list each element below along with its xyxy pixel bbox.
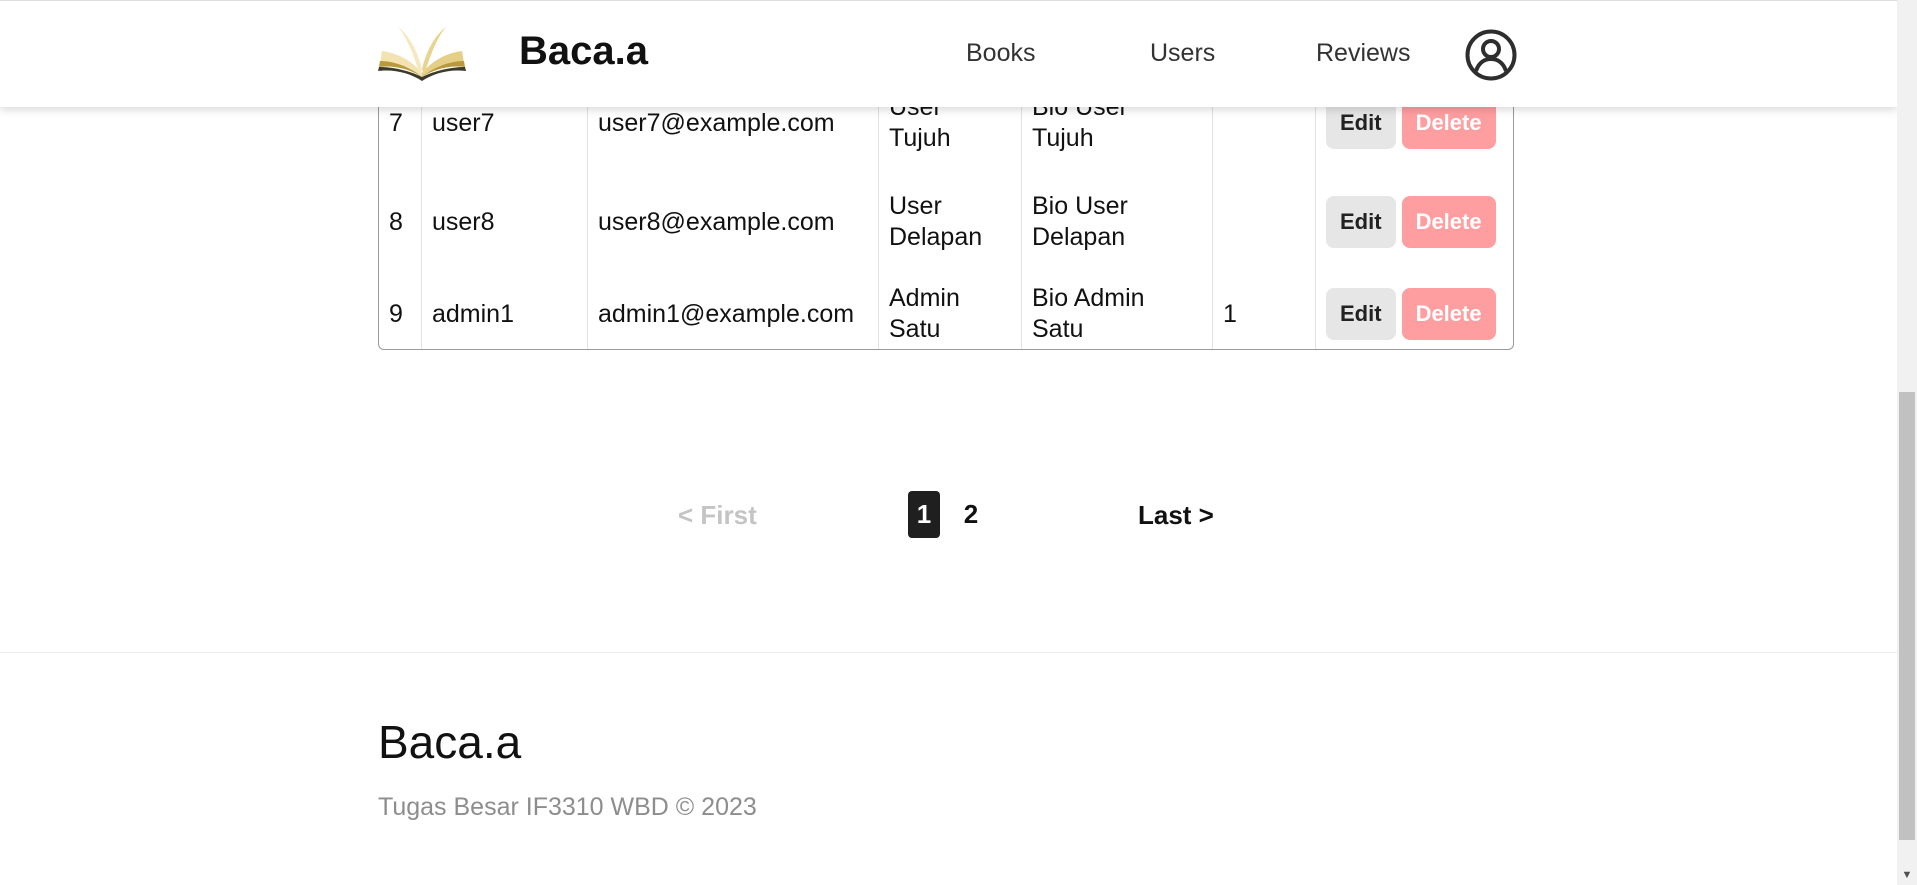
table-row: 8 user8 user8@example.com User Delapan Bi…: [379, 176, 1513, 268]
name-line-1: User: [889, 192, 942, 220]
delete-button[interactable]: Delete: [1401, 288, 1496, 340]
pagination: < First 1 2 Last >: [0, 490, 1897, 540]
edit-button[interactable]: Edit: [1326, 288, 1396, 340]
site-header: Baca.a Books Users Reviews: [0, 0, 1897, 107]
page-1-link[interactable]: 1: [908, 491, 940, 538]
cell-is-admin: 1: [1212, 268, 1316, 349]
site-footer: Baca.a Tugas Besar IF3310 WBD © 2023: [0, 652, 1897, 885]
delete-button[interactable]: Delete: [1401, 196, 1496, 248]
name-line-2: Delapan: [889, 223, 983, 251]
cell-is-admin: [1212, 176, 1316, 268]
name-line-1: Admin: [889, 284, 960, 312]
footer-copyright: Tugas Besar IF3310 WBD © 2023: [378, 793, 757, 821]
cell-actions: Edit Delete: [1316, 268, 1514, 349]
bio-line-2: Tujuh: [1032, 124, 1094, 152]
name-line-2: Satu: [889, 315, 941, 343]
bio-line-2: Delapan: [1032, 223, 1126, 251]
book-logo-icon[interactable]: [376, 21, 468, 88]
first-page-link[interactable]: < First: [678, 500, 757, 531]
cell-bio: Bio Admin Satu: [1021, 268, 1213, 349]
nav-books-link[interactable]: Books: [966, 39, 1035, 68]
footer-brand: Baca.a: [378, 716, 522, 768]
scroll-down-arrow-icon[interactable]: ▼: [1897, 865, 1917, 885]
bio-line-1: Bio User: [1032, 192, 1128, 220]
cell-email: user8@example.com: [587, 176, 879, 268]
edit-button[interactable]: Edit: [1326, 196, 1396, 248]
brand-title[interactable]: Baca.a: [519, 29, 648, 74]
page: 7 user7 user7@example.com User Tujuh Bio …: [0, 0, 1897, 885]
nav-reviews-link[interactable]: Reviews: [1316, 39, 1410, 68]
cell-actions: Edit Delete: [1316, 176, 1514, 268]
page-2-link[interactable]: 2: [955, 491, 987, 538]
cell-username: admin1: [421, 268, 588, 349]
users-table: 7 user7 user7@example.com User Tujuh Bio …: [378, 70, 1514, 350]
cell-id: 9: [379, 268, 422, 349]
profile-icon[interactable]: [1465, 29, 1517, 86]
scrollbar-thumb[interactable]: [1899, 392, 1915, 840]
cell-bio: Bio User Delapan: [1021, 176, 1213, 268]
cell-name: User Delapan: [878, 176, 1022, 268]
table-row: 9 admin1 admin1@example.com Admin Satu Bi…: [379, 268, 1514, 349]
vertical-scrollbar[interactable]: ▼: [1897, 0, 1917, 885]
last-page-link[interactable]: Last >: [1138, 500, 1214, 531]
cell-id: 8: [379, 176, 422, 268]
bio-line-1: Bio Admin: [1032, 284, 1145, 312]
nav-users-link[interactable]: Users: [1150, 39, 1215, 68]
cell-name: Admin Satu: [878, 268, 1022, 349]
name-line-2: Tujuh: [889, 124, 951, 152]
bio-line-2: Satu: [1032, 315, 1084, 343]
cell-username: user8: [421, 176, 588, 268]
cell-email: admin1@example.com: [587, 268, 879, 349]
